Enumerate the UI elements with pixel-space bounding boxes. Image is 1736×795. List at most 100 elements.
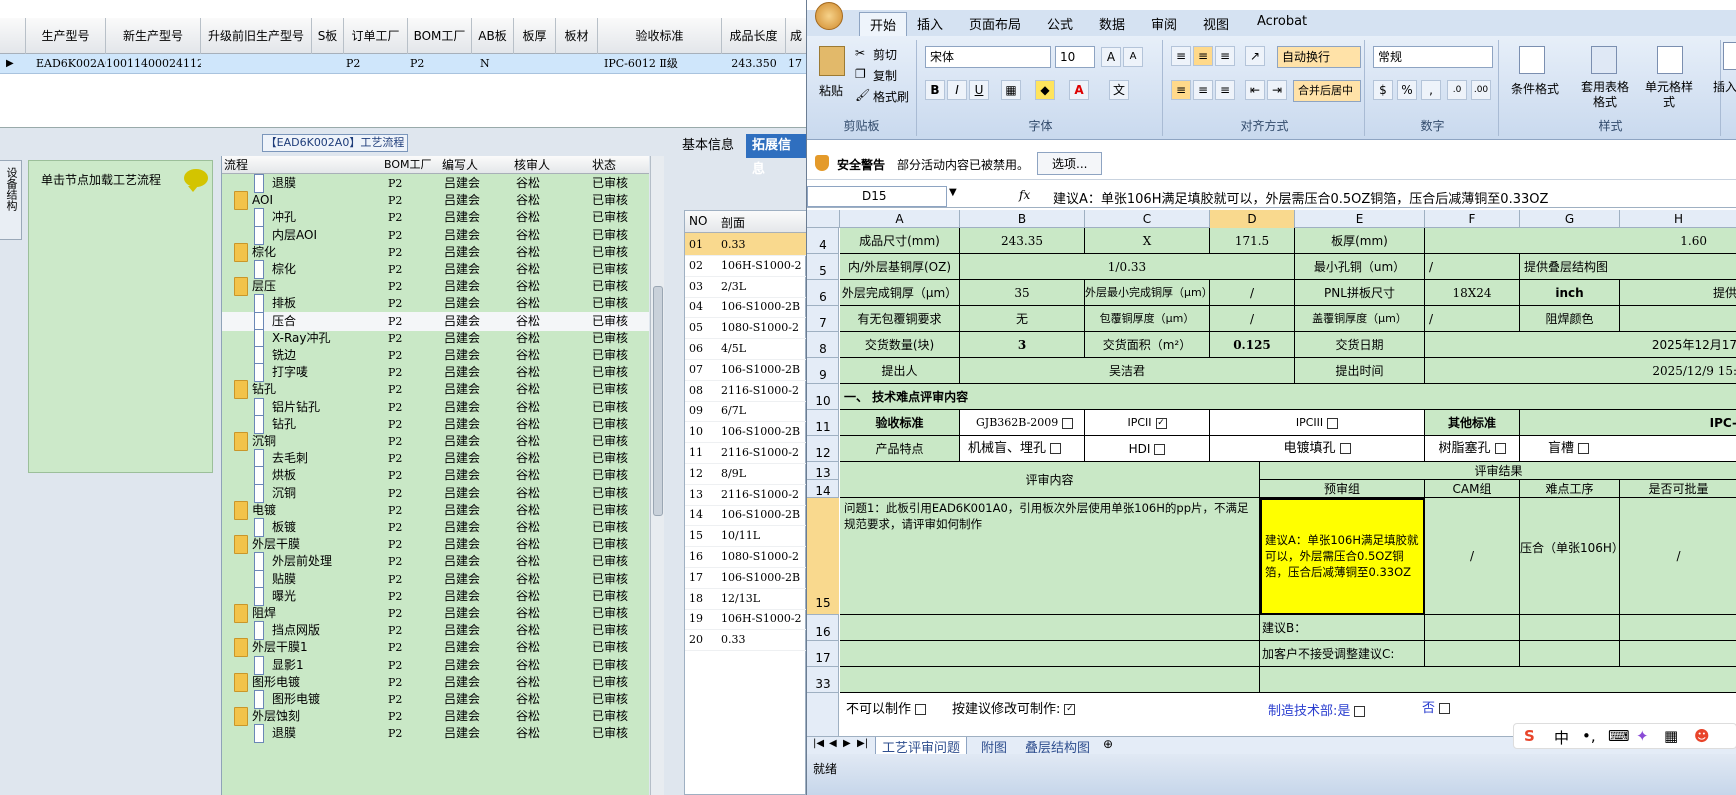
stackup-row[interactable]: 08 2116-S1000-2 [685,379,807,402]
cell-b9[interactable]: 吴洁君 [960,358,1295,384]
cell-more[interactable]: 17 [788,54,806,74]
paste-icon[interactable] [819,46,845,76]
cell-a6[interactable]: 外层完成铜厚（μm） [840,280,960,306]
standard-gjb-checkbox[interactable] [1062,417,1074,429]
col-material[interactable]: 板材 [556,18,598,54]
italic-icon[interactable]: I [947,80,967,100]
cell-e6[interactable]: PNL拼板尺寸 [1295,280,1425,306]
cell-d16[interactable]: 建议B： [1260,615,1425,641]
tree-row[interactable]: 烘板 P2 吕建会 谷松 已审核 [222,466,649,486]
tree-row[interactable]: 钻孔 P2 吕建会 谷松 已审核 [222,414,649,434]
cell-e7[interactable]: 盖覆铜厚度（μm） [1295,306,1425,332]
col-standard[interactable]: 验收标准 [598,18,722,54]
stackup-row[interactable]: 16 1080-S1000-2 [685,545,807,568]
tree-row[interactable]: 压合 P2 吕建会 谷松 已审核 [222,311,649,331]
tree-row[interactable]: 挡点网版 P2 吕建会 谷松 已审核 [222,621,649,641]
tree-row[interactable]: AOI P2 吕建会 谷松 已审核 [222,191,649,211]
tree-row[interactable]: 打字唛 P2 吕建会 谷松 已审核 [222,363,649,383]
wrap-text-button[interactable]: 自动换行 [1277,46,1361,68]
cell-e8[interactable]: 交货日期 [1295,332,1425,358]
cell-d6[interactable]: / [1210,280,1295,306]
stackup-row[interactable]: 20 0.33 [685,628,807,652]
decrease-decimal-icon[interactable]: .00 [1471,80,1491,100]
border-icon[interactable]: ▦ [1001,80,1021,100]
cell-e5[interactable]: 最小孔铜（um） [1295,254,1425,280]
cell-style-icon[interactable] [1657,46,1683,74]
cell-c12[interactable]: HDI [1085,436,1210,462]
cell-c8[interactable]: 交货面积（m²） [1085,332,1210,358]
product-row[interactable]: ▶ EAD6K002A0 10011400024112 P2 P2 N IPC-… [0,54,806,74]
tree-row[interactable]: 铝片钻孔 P2 吕建会 谷松 已审核 [222,397,649,417]
insert-cells-icon[interactable] [1723,42,1736,70]
cell-f4[interactable]: 1.60 [1425,228,1736,254]
stackup-row[interactable]: 11 2116-S1000-2 [685,441,807,464]
ime-toolbox-icon[interactable]: ▦ [1664,727,1678,745]
feature-resin-plug-checkbox[interactable] [1494,443,1506,454]
col-header-e[interactable]: E [1295,210,1425,228]
cell-h16[interactable] [1620,615,1736,641]
stackup-row[interactable]: 18 12/13L [685,587,807,610]
col-header-d[interactable]: D [1210,210,1295,228]
cell-d12[interactable]: 电镀填孔 [1210,436,1425,462]
tree-row[interactable]: 冲孔 P2 吕建会 谷松 已审核 [222,208,649,228]
mfg-dept-option[interactable]: 制造技术部:是 [1268,700,1366,719]
col-more[interactable]: 成 [786,18,806,54]
cell-b11[interactable]: GJB362B-2009 [960,410,1085,436]
col-thickness[interactable]: 板厚 [514,18,556,54]
cell-f9[interactable]: 2025/12/9 15: [1425,358,1736,384]
fill-color-icon[interactable]: ◆ [1035,80,1055,100]
tree-col-status[interactable]: 状态 [592,156,616,174]
row-header-9[interactable]: 9 [807,358,839,384]
row-header-11[interactable]: 11 [807,410,839,436]
cell-d11[interactable]: IPCIII [1210,410,1425,436]
tree-row[interactable]: 退膜 P2 吕建会 谷松 已审核 [222,174,649,193]
table-format-button[interactable]: 套用表格格式 [1577,80,1633,110]
tree-row[interactable]: 内层AOI P2 吕建会 谷松 已审核 [222,225,649,245]
sheet-nav-last-icon[interactable]: ▶| [857,738,868,749]
number-format-select[interactable]: 常规 [1373,46,1493,68]
cell-a10[interactable]: 一、 技术难点评审内容 [840,384,1736,410]
stackup-row[interactable]: 07 106-S1000-2B [685,358,807,381]
cell-a13[interactable]: 评审内容 [840,462,1260,498]
cell-h17[interactable] [1620,641,1736,667]
ime-skin-icon[interactable]: ✦ [1636,727,1649,745]
cell-d8[interactable]: 0.125 [1210,332,1295,358]
shrink-font-icon[interactable]: A [1123,47,1143,67]
table-format-icon[interactable] [1591,46,1617,74]
row-header-5[interactable]: 5 [807,254,839,280]
cell-a15[interactable]: 问题1：此板引用EAD6K001A0，引用板次外层使用单张106H的pp片，不满… [840,498,1260,615]
cell-b8[interactable]: 3 [960,332,1085,358]
col-header-c[interactable]: C [1085,210,1210,228]
standard-ipc3-checkbox[interactable] [1327,417,1339,429]
row-header-13[interactable]: 13 [807,462,839,480]
cell-g6[interactable]: inch [1520,280,1620,306]
align-right-icon[interactable]: ≡ [1215,80,1235,100]
ribbon-tab-review[interactable]: 审阅 [1151,14,1177,33]
standard-ipc2-checkbox[interactable]: ✓ [1155,417,1167,429]
cell-d17[interactable]: 加客户不接受调整建议C: [1260,641,1425,667]
cell-d4[interactable]: 171.5 [1210,228,1295,254]
stackup-row[interactable]: 17 106-S1000-2B [685,566,807,589]
percent-icon[interactable]: % [1397,80,1417,100]
ime-punct-icon[interactable]: •, [1582,727,1596,745]
stackup-row[interactable]: 02 106H-S1000-2 [685,254,807,277]
tree-col-reviewer[interactable]: 核审人 [514,156,550,174]
col-order-factory[interactable]: 订单工厂 [344,18,408,54]
tree-row[interactable]: 沉铜 P2 吕建会 谷松 已审核 [222,483,649,503]
ime-logo-icon[interactable]: S [1524,727,1535,745]
cell-g17[interactable] [1520,641,1620,667]
col-bom-factory[interactable]: BOM工厂 [408,18,472,54]
mfg-dept-checkbox[interactable] [1354,706,1366,717]
tree-row[interactable]: 图形电镀 P2 吕建会 谷松 已审核 [222,672,649,692]
sheet-nav-prev-icon[interactable]: ◀ [829,738,837,749]
ribbon-tab-formulas[interactable]: 公式 [1047,14,1073,33]
cell-g14[interactable]: 难点工序 [1520,480,1620,498]
cell-g7[interactable]: 阻焊颜色 [1520,306,1620,332]
sheet-nav-next-icon[interactable]: ▶ [843,738,851,749]
cell-f12[interactable]: 树脂塞孔 [1425,436,1520,462]
fx-icon[interactable]: fx [1019,188,1030,202]
cell-e4[interactable]: 板厚(mm) [1295,228,1425,254]
tree-row[interactable]: 钻孔 P2 吕建会 谷松 已审核 [222,380,649,400]
tree-col-flow[interactable]: 流程 [224,156,248,174]
feature-blind-via-checkbox[interactable] [1050,443,1062,454]
